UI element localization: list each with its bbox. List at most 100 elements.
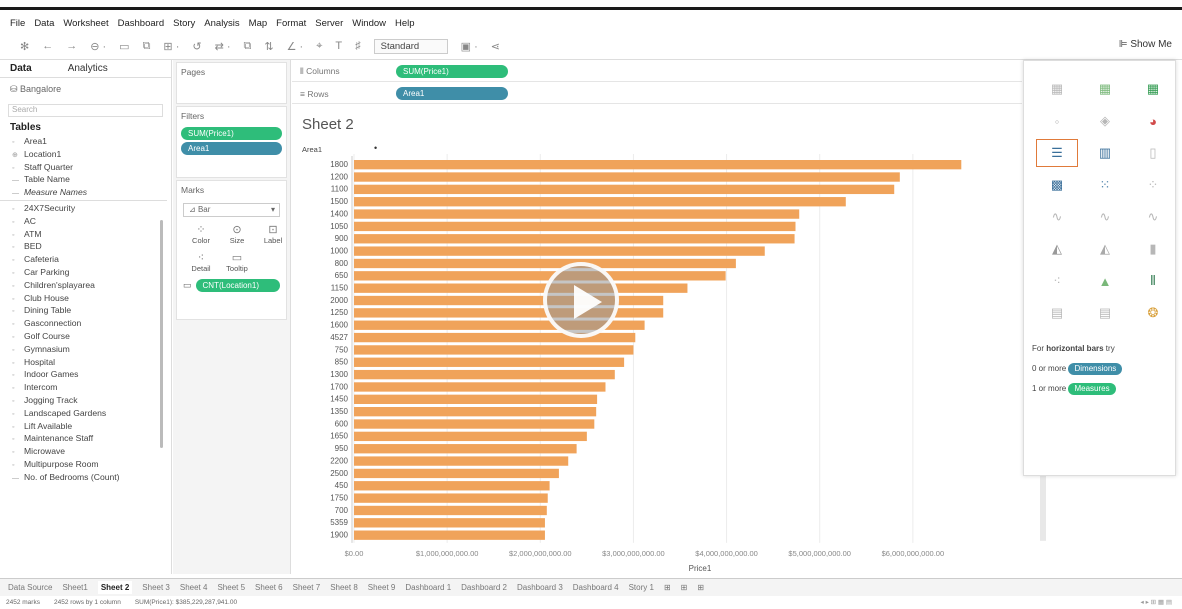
show-me-button[interactable]: ⊫ Show Me	[1119, 39, 1172, 50]
menu-server[interactable]: Server	[315, 18, 343, 29]
filled-map-icon[interactable]: ◈	[1084, 107, 1126, 135]
lines-discrete-icon[interactable]: ∿	[1084, 203, 1126, 231]
field-item[interactable]: — Measure Names	[12, 186, 171, 199]
gantt-chart-icon[interactable]: ▤	[1036, 299, 1078, 327]
field-item[interactable]: ⊕ Location1	[12, 148, 171, 161]
field-item[interactable]: ◦ Gymnasium	[12, 343, 171, 356]
new-sheet-tab-icon[interactable]: ⊞	[664, 583, 671, 592]
circle-view-icon[interactable]: ⁙	[1084, 171, 1126, 199]
tab-sheet-2[interactable]: Sheet 2	[97, 581, 133, 594]
tab-sheet-7[interactable]: Sheet 7	[293, 583, 321, 592]
tab-sheet-5[interactable]: Sheet 5	[217, 583, 245, 592]
filter-pill-price[interactable]: SUM(Price1)	[181, 127, 282, 140]
mark-pill-location[interactable]: CNT(Location1)	[195, 279, 280, 292]
field-item[interactable]: ◦ Area1	[12, 135, 171, 148]
heat-map-icon[interactable]: ▦	[1084, 75, 1126, 103]
menu-format[interactable]: Format	[276, 18, 306, 29]
tab-sheet-3[interactable]: Sheet 3	[142, 583, 170, 592]
undo-icon[interactable]: ↺	[192, 40, 201, 53]
filter-pill-area[interactable]: Area1	[181, 142, 282, 155]
side-by-side-circles-icon[interactable]: ⁘	[1132, 171, 1174, 199]
label-button[interactable]: ⊡ Label	[255, 223, 291, 245]
stacked-bars-icon[interactable]: ▥	[1084, 139, 1126, 167]
rows-shelf[interactable]: ≡ Rows Area1	[292, 84, 1022, 104]
field-item[interactable]: ◦ Cafeteria	[12, 253, 171, 266]
packed-bubbles-icon[interactable]: ❂	[1132, 299, 1174, 327]
field-item[interactable]: ◦ Club House	[12, 292, 171, 305]
horizontal-bars-icon[interactable]: ☰	[1036, 139, 1078, 167]
field-item[interactable]: ◦ Microwave	[12, 445, 171, 458]
scatter-plot-icon[interactable]: ⁖	[1036, 267, 1078, 295]
dual-combination-icon[interactable]: ▮	[1132, 235, 1174, 263]
field-item[interactable]: ◦ Indoor Games	[12, 368, 171, 381]
tab-sheet-6[interactable]: Sheet 6	[255, 583, 283, 592]
menu-window[interactable]: Window	[352, 18, 386, 29]
field-item[interactable]: ◦ Hospital	[12, 356, 171, 369]
color-button[interactable]: ⁘ Color	[183, 223, 219, 245]
tab-dashboard-1[interactable]: Dashboard 1	[405, 583, 451, 592]
symbol-map-icon[interactable]: ◦	[1036, 107, 1078, 135]
tab-sheet1[interactable]: Sheet1	[62, 583, 87, 592]
fix-axes-icon[interactable]: ♯	[355, 40, 361, 52]
field-item[interactable]: — No. of Bedrooms (Count)	[12, 471, 171, 484]
menu-file[interactable]: File	[10, 18, 25, 29]
pin-icon[interactable]: ⌖	[316, 40, 322, 53]
tab-sheet-8[interactable]: Sheet 8	[330, 583, 358, 592]
histogram-icon[interactable]: ▲	[1084, 267, 1126, 295]
pie-chart-icon[interactable]: ◕	[1132, 107, 1174, 135]
field-item[interactable]: ◦ Lift Available	[12, 420, 171, 433]
new-dashboard-tab-icon[interactable]: ⊞	[681, 583, 688, 592]
presentation-icon[interactable]: ▣ ·	[461, 40, 478, 53]
menu-map[interactable]: Map	[249, 18, 267, 29]
field-item[interactable]: ◦ 24X7Security	[12, 202, 171, 215]
tooltip-button[interactable]: ▭ Tooltip	[219, 251, 255, 273]
rows-pill[interactable]: Area1	[396, 87, 508, 100]
mark-type-select[interactable]: ⊿ Bar ▾	[183, 203, 280, 217]
tab-dashboard-2[interactable]: Dashboard 2	[461, 583, 507, 592]
data-pane-scrollbar[interactable]	[160, 220, 163, 448]
detail-button[interactable]: ⁖ Detail	[183, 251, 219, 273]
tab-dashboard-3[interactable]: Dashboard 3	[517, 583, 563, 592]
field-item[interactable]: ◦ Jogging Track	[12, 394, 171, 407]
pages-card[interactable]: Pages	[176, 62, 287, 104]
field-item[interactable]: ◦ ATM	[12, 228, 171, 241]
save-icon[interactable]: ▭	[119, 40, 129, 53]
menu-analysis[interactable]: Analysis	[204, 18, 239, 29]
view-controls-icon[interactable]: ◂ ▸ ⊞ ▦ ▤	[1141, 596, 1172, 609]
dual-lines-icon[interactable]: ∿	[1132, 203, 1174, 231]
field-item[interactable]: ◦ Children'splayarea	[12, 279, 171, 292]
new-sheet-icon[interactable]: ⊞ ·	[163, 40, 179, 53]
filters-card[interactable]: Filters SUM(Price1) Area1	[176, 106, 287, 178]
highlight-icon[interactable]: ∠ ·	[287, 40, 304, 53]
field-search-input[interactable]: Search	[8, 104, 163, 117]
tab-sheet-4[interactable]: Sheet 4	[180, 583, 208, 592]
video-play-button[interactable]	[543, 262, 619, 338]
box-whisker-icon[interactable]: ⫴	[1132, 267, 1174, 295]
field-item[interactable]: ◦ Multipurpose Room	[12, 458, 171, 471]
field-item[interactable]: ◦ Gasconnection	[12, 317, 171, 330]
share-icon[interactable]: ⋖	[491, 40, 500, 53]
bullet-graph-icon[interactable]: ▤	[1084, 299, 1126, 327]
tab-analytics[interactable]: Analytics	[68, 63, 108, 74]
field-item[interactable]: — Table Name	[12, 173, 171, 186]
tab-data-source[interactable]: Data Source	[8, 583, 52, 592]
area-discrete-icon[interactable]: ◭	[1084, 235, 1126, 263]
treemap-icon[interactable]: ▩	[1036, 171, 1078, 199]
field-item[interactable]: ◦ Landscaped Gardens	[12, 407, 171, 420]
menu-dashboard[interactable]: Dashboard	[118, 18, 164, 29]
highlight-table-icon[interactable]: ▦	[1132, 75, 1174, 103]
field-item[interactable]: ◦ Golf Course	[12, 330, 171, 343]
tab-dashboard-4[interactable]: Dashboard 4	[573, 583, 619, 592]
side-by-side-bars-icon[interactable]: ▯	[1132, 139, 1174, 167]
size-button[interactable]: ⊙ Size	[219, 223, 255, 245]
tab-sheet-9[interactable]: Sheet 9	[368, 583, 396, 592]
area-continuous-icon[interactable]: ◭	[1036, 235, 1078, 263]
duplicate-icon[interactable]: ⧉	[244, 40, 252, 53]
menu-worksheet[interactable]: Worksheet	[63, 18, 108, 29]
datasource-icon[interactable]: ⊖ ·	[90, 40, 106, 53]
field-item[interactable]: ◦ Staff Quarter	[12, 161, 171, 174]
columns-shelf[interactable]: ⦀ Columns SUM(Price1)	[292, 62, 1022, 82]
tab-data[interactable]: Data	[10, 63, 32, 74]
field-item[interactable]: ◦ AC	[12, 215, 171, 228]
back-icon[interactable]: ←	[42, 40, 53, 52]
